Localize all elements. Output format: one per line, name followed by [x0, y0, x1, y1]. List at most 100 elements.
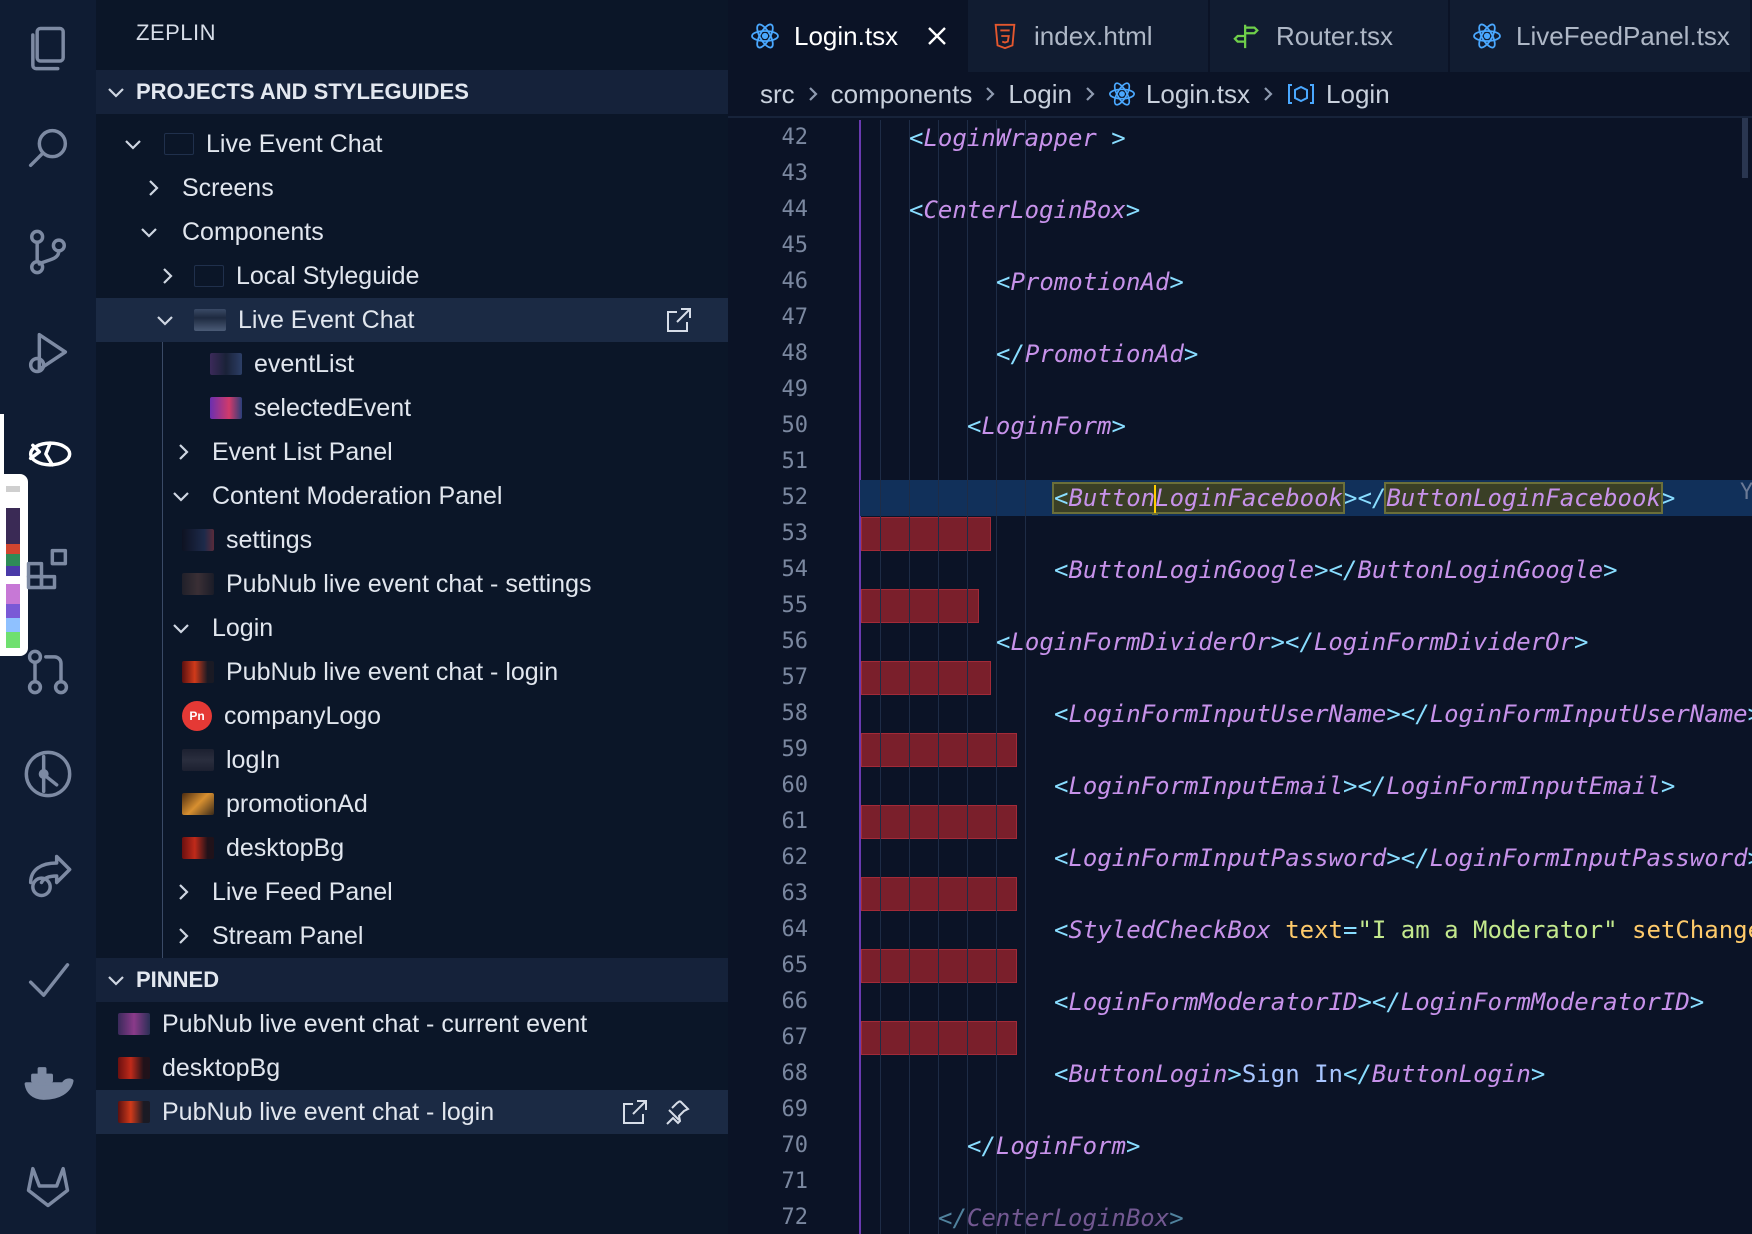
indent-guide [938, 1128, 939, 1164]
code-line[interactable]: 67 [728, 1020, 1752, 1056]
indent-guide [938, 876, 939, 912]
tree-item-project-live-event-chat[interactable]: Live Event Chat [96, 122, 728, 166]
code-line[interactable]: 58 <LoginFormInputUserName></LoginFormInp… [728, 696, 1752, 732]
indent-guide [996, 480, 997, 516]
tree-item-screens[interactable]: Screens [96, 166, 728, 210]
tree-item-companylogo[interactable]: Pn companyLogo [96, 694, 728, 738]
run-debug-icon[interactable] [0, 312, 96, 392]
indent-guide [880, 768, 881, 804]
code-line[interactable]: 56 <LoginFormDividerOr></LoginFormDivider… [728, 624, 1752, 660]
code-line[interactable]: 51 [728, 444, 1752, 480]
indent-guide [909, 408, 910, 444]
tree-item-settings[interactable]: settings [96, 518, 728, 562]
code-line[interactable]: 59 [728, 732, 1752, 768]
code-line[interactable]: 53 [728, 516, 1752, 552]
pin-icon[interactable] [662, 1097, 692, 1127]
section-projects-header[interactable]: PROJECTS AND STYLEGUIDES [96, 70, 728, 114]
tree-item-pubnub-settings[interactable]: PubNub live event chat - settings [96, 562, 728, 606]
breadcrumb-item[interactable]: Login [1326, 79, 1390, 110]
code-line[interactable]: 44 <CenterLoginBox> [728, 192, 1752, 228]
close-icon[interactable] [926, 24, 948, 48]
source-control-icon[interactable] [0, 212, 96, 292]
code-line[interactable]: 68 <ButtonLogin>Sign In</ButtonLogin> [728, 1056, 1752, 1092]
code-line[interactable]: 47 [728, 300, 1752, 336]
pull-request-icon[interactable] [0, 632, 96, 712]
code-line[interactable]: 55 [728, 588, 1752, 624]
git-graph-icon[interactable] [0, 734, 96, 814]
tree-item-live-feed-panel[interactable]: Live Feed Panel [96, 870, 728, 914]
tree-item-stream-panel[interactable]: Stream Panel [96, 914, 728, 958]
live-share-icon[interactable] [0, 836, 96, 916]
code-line[interactable]: 63 [728, 876, 1752, 912]
pinned-item-desktopbg[interactable]: desktopBg [96, 1046, 728, 1090]
code-line[interactable]: 57 [728, 660, 1752, 696]
indent-guide [880, 336, 881, 372]
code-line[interactable]: 46 <PromotionAd> [728, 264, 1752, 300]
code-line[interactable]: 71 [728, 1164, 1752, 1200]
code-line[interactable]: 54 <ButtonLoginGoogle></ButtonLoginGoogle… [728, 552, 1752, 588]
tree-item-event-list-panel[interactable]: Event List Panel [96, 430, 728, 474]
code-line[interactable]: 49 [728, 372, 1752, 408]
component-thumbnail [182, 793, 214, 815]
indent-guide [1025, 480, 1026, 516]
code-line[interactable]: 48 </PromotionAd> [728, 336, 1752, 372]
code-line[interactable]: 66 <LoginFormModeratorID></LoginFormModer… [728, 984, 1752, 1020]
tab-index-html[interactable]: index.html [968, 0, 1210, 72]
code-line[interactable]: 61 [728, 804, 1752, 840]
indent-guide [938, 912, 939, 948]
react-icon [1472, 21, 1502, 51]
code-area[interactable]: 42 <LoginWrapper > 43 44 <CenterLoginBox> 45 4… [728, 120, 1752, 1234]
tree-item-content-moderation-panel[interactable]: Content Moderation Panel [96, 474, 728, 518]
tree-item-local-styleguide[interactable]: Local Styleguide [96, 254, 728, 298]
screen-thumbnail [118, 1013, 150, 1035]
breadcrumb-item[interactable]: components [831, 79, 973, 110]
code-line[interactable]: 72 </CenterLoginBox> [728, 1200, 1752, 1234]
open-external-icon[interactable] [620, 1097, 650, 1127]
breadcrumb-item[interactable]: Login [1008, 79, 1072, 110]
chevron-down-icon [170, 485, 192, 507]
scrollbar-thumb[interactable] [1742, 118, 1748, 178]
code-line[interactable]: 70 </LoginForm> [728, 1128, 1752, 1164]
tree-item-styleguide-live-event-chat[interactable]: Live Event Chat [96, 298, 728, 342]
code-line[interactable]: 62 <LoginFormInputPassword></LoginFormInp… [728, 840, 1752, 876]
search-icon[interactable] [0, 108, 96, 188]
tree-item-login[interactable]: Login [96, 606, 728, 650]
open-external-icon[interactable] [664, 305, 694, 335]
tree-item-login-component[interactable]: logIn [96, 738, 728, 782]
code-line[interactable]: 60 <LoginFormInputEmail></LoginFormInputE… [728, 768, 1752, 804]
indent-guide [996, 768, 997, 804]
code-line[interactable]: 50 <LoginForm> [728, 408, 1752, 444]
explorer-icon[interactable] [0, 8, 96, 88]
docker-icon[interactable] [0, 1044, 96, 1124]
breadcrumb-item[interactable]: Login.tsx [1146, 79, 1250, 110]
code-line[interactable]: 45 [728, 228, 1752, 264]
checklist-icon[interactable] [0, 940, 96, 1020]
indent-error-marker [861, 589, 979, 623]
tree-item-promotionad[interactable]: promotionAd [96, 782, 728, 826]
tree-item-components[interactable]: Components [96, 210, 728, 254]
extensions-icon[interactable] [0, 528, 96, 608]
tree-item-eventlist[interactable]: eventList [96, 342, 728, 386]
breadcrumb-item[interactable]: src [760, 79, 795, 110]
tab-livefeedpanel-tsx[interactable]: LiveFeedPanel.tsx [1450, 0, 1752, 72]
code-line[interactable]: 43 [728, 156, 1752, 192]
indent-guide [909, 840, 910, 876]
tree-item-desktopbg[interactable]: desktopBg [96, 826, 728, 870]
code-line[interactable]: 42 <LoginWrapper > [728, 120, 1752, 156]
chevron-down-icon [96, 969, 136, 991]
pinned-item-current-event[interactable]: PubNub live event chat - current event [96, 1002, 728, 1046]
pinned-item-pubnub-login[interactable]: PubNub live event chat - login [96, 1090, 728, 1134]
section-pinned-header[interactable]: PINNED [96, 958, 728, 1002]
indent-guide [938, 480, 939, 516]
code-line[interactable]: 69 [728, 1092, 1752, 1128]
tree-item-selectedevent[interactable]: selectedEvent [96, 386, 728, 430]
code-line[interactable]: 65 [728, 948, 1752, 984]
tab-login-tsx[interactable]: Login.tsx [728, 0, 968, 72]
code-line[interactable]: 52 <ButtonLoginFacebook></ButtonLoginFace… [728, 480, 1752, 516]
tab-router-tsx[interactable]: Router.tsx [1210, 0, 1450, 72]
gitlab-icon[interactable] [0, 1146, 96, 1226]
code-line[interactable]: 64 <StyledCheckBox text="I am a Moderator… [728, 912, 1752, 948]
tree-item-pubnub-login[interactable]: PubNub live event chat - login [96, 650, 728, 694]
line-number: 62 [781, 845, 809, 870]
component-thumbnail [118, 1057, 150, 1079]
